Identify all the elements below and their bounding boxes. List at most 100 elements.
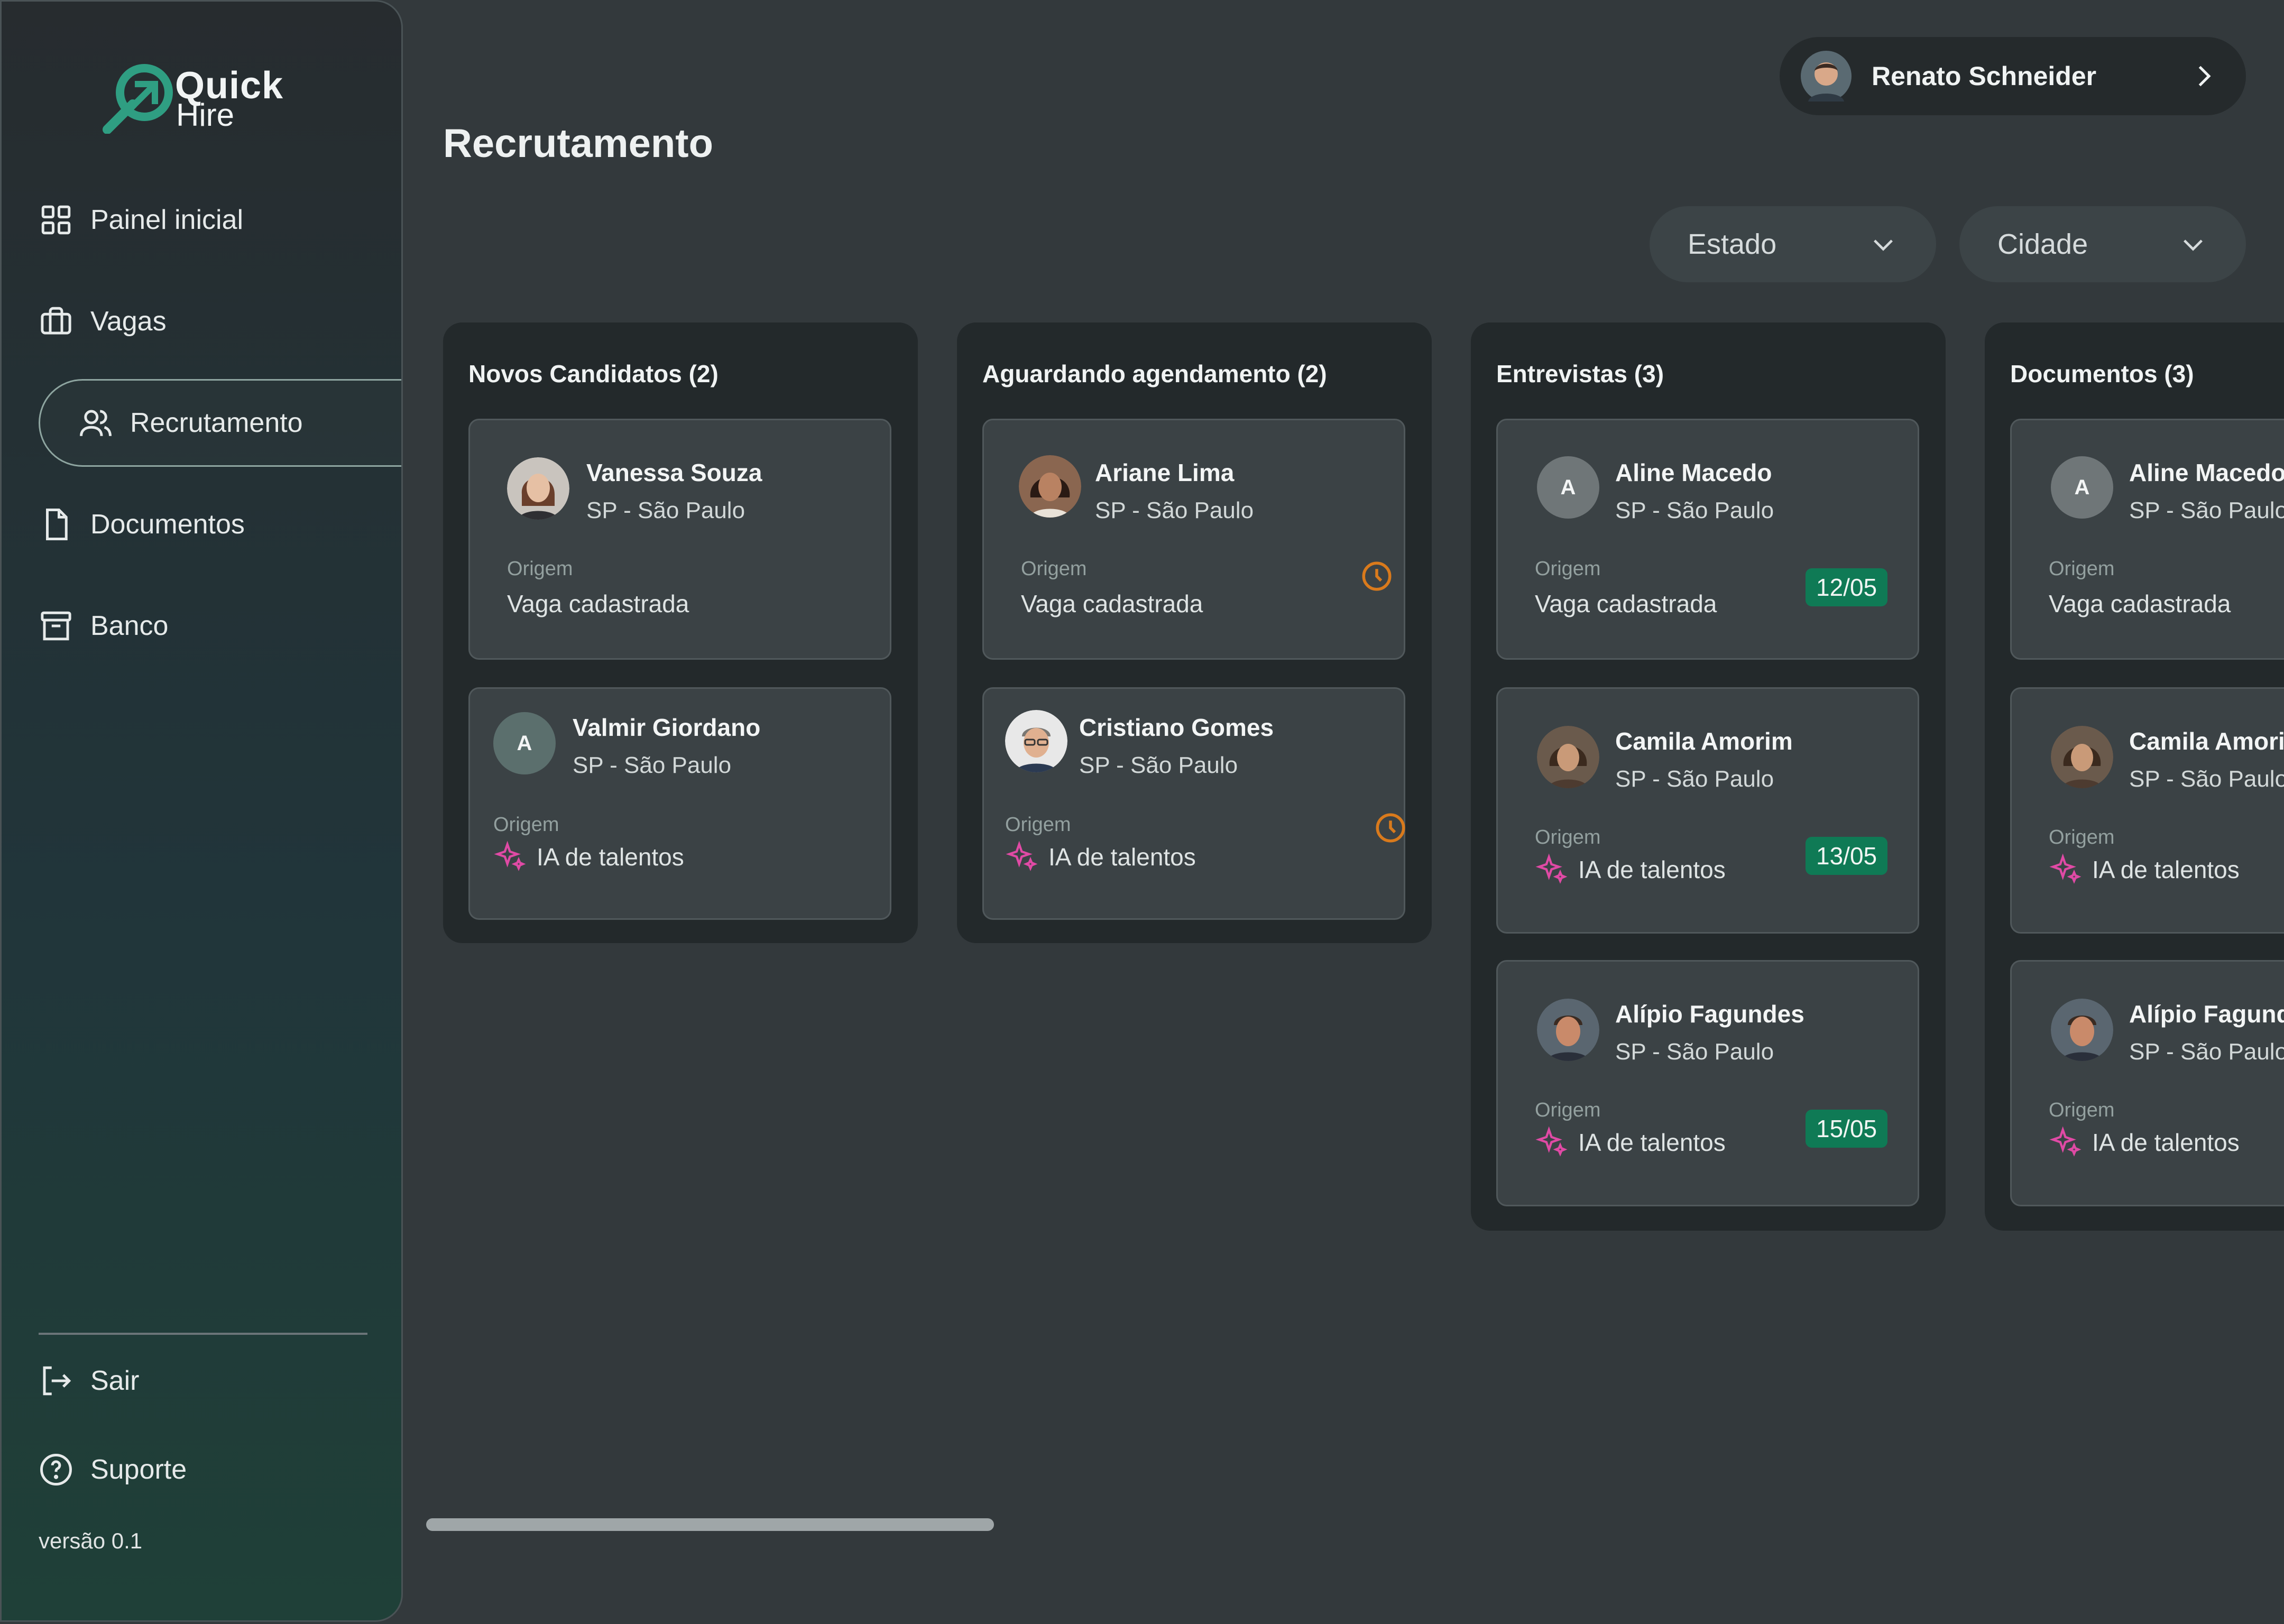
- sparkle-icon: [1535, 853, 1569, 887]
- candidate-location: SP - São Paulo: [2129, 497, 2284, 523]
- sidebar-divider: [39, 1333, 367, 1335]
- candidate-card[interactable]: Camila Amorim SP - São Paulo Origem IA d…: [1496, 687, 1919, 934]
- sidebar-item-label: Recrutamento: [130, 408, 303, 438]
- candidate-card[interactable]: Camila Amorim SP - São Paulo Origem IA d…: [2010, 687, 2284, 934]
- city-select[interactable]: Cidade: [1959, 206, 2246, 282]
- candidate-card[interactable]: Vanessa Souza SP - São Paulo Origem Vaga…: [468, 419, 891, 660]
- logo-icon: [103, 64, 173, 134]
- candidate-name: Camila Amorim: [2129, 727, 2284, 755]
- state-select[interactable]: Estado: [1650, 206, 1936, 282]
- sparkle-icon: [2049, 1125, 2083, 1159]
- sparkle-icon: [1535, 1125, 1569, 1159]
- candidate-card[interactable]: Alípio Fagundes SP - São Paulo Origem IA…: [1496, 960, 1919, 1206]
- clock-icon: [1376, 813, 1405, 843]
- user-avatar: [1801, 51, 1852, 102]
- kanban-column-documentos: Documentos (3) A Aline Macedo SP - São P…: [1985, 322, 2284, 1231]
- origin-value: IA de talentos: [1005, 840, 1196, 874]
- origin-value: IA de talentos: [2049, 853, 2240, 887]
- origin-value: IA de talentos: [493, 840, 684, 874]
- origin-label: Origem: [1535, 558, 1601, 580]
- candidate-card[interactable]: A Aline Macedo SP - São Paulo Origem Vag…: [2010, 419, 2284, 660]
- candidate-location: SP - São Paulo: [1095, 497, 1254, 523]
- candidate-avatar: [2051, 726, 2113, 788]
- origin-value-text: IA de talentos: [2092, 1129, 2240, 1156]
- origin-value-text: IA de talentos: [1578, 856, 1726, 883]
- candidate-avatar: [507, 457, 569, 520]
- origin-label: Origem: [2049, 1099, 2115, 1121]
- chevron-right-icon: [2198, 66, 2211, 87]
- version-label: versão 0.1: [39, 1528, 143, 1553]
- candidate-avatar: A: [2051, 456, 2113, 519]
- column-title: Entrevistas (3): [1496, 360, 1664, 387]
- origin-value-text: Vaga cadastrada: [507, 590, 689, 617]
- origin-label: Origem: [1021, 558, 1087, 580]
- grid-icon: [39, 202, 73, 237]
- origin-value-text: Vaga cadastrada: [1021, 590, 1203, 617]
- candidate-avatar: [1537, 726, 1599, 788]
- origin-label: Origem: [1535, 826, 1601, 848]
- origin-label: Origem: [493, 814, 559, 836]
- user-menu-button[interactable]: Renato Schneider: [1780, 37, 2246, 115]
- sparkle-icon: [493, 840, 527, 874]
- candidate-card[interactable]: Alípio Fagundes SP - São Paulo Origem IA…: [2010, 960, 2284, 1206]
- support-button[interactable]: Suporte: [39, 1426, 401, 1514]
- state-select-label: Estado: [1688, 228, 1777, 260]
- clock-icon: [1362, 561, 1392, 591]
- candidate-card[interactable]: Ariane Lima SP - São Paulo Origem Vaga c…: [982, 419, 1405, 660]
- horizontal-scrollbar[interactable]: [426, 1518, 994, 1531]
- briefcase-icon: [39, 304, 73, 339]
- origin-value: IA de talentos: [1535, 1125, 1726, 1159]
- candidate-name: Vanessa Souza: [586, 459, 762, 486]
- sidebar-item-documentos[interactable]: Documentos: [39, 481, 401, 568]
- origin-value-text: IA de talentos: [1578, 1129, 1726, 1156]
- logout-button[interactable]: Sair: [39, 1337, 401, 1425]
- candidate-card[interactable]: Cristiano Gomes SP - São Paulo Origem IA…: [982, 687, 1405, 920]
- chevron-down-icon: [2184, 239, 2203, 251]
- logo-text-hire: Hire: [176, 97, 235, 133]
- candidate-name: Aline Macedo: [2129, 459, 2284, 486]
- interview-date-badge: 15/05: [1806, 1110, 1888, 1148]
- sidebar-item-label: Vagas: [90, 306, 167, 337]
- origin-value-text: IA de talentos: [2092, 856, 2240, 883]
- origin-value-text: IA de talentos: [1048, 843, 1196, 871]
- origin-value-text: IA de talentos: [537, 843, 684, 871]
- candidate-name: Alípio Fagundes: [1615, 1000, 1804, 1028]
- candidate-avatar: [1005, 710, 1067, 772]
- users-icon: [78, 405, 113, 440]
- candidate-card[interactable]: A Valmir Giordano SP - São Paulo Origem …: [468, 687, 891, 920]
- sidebar-item-label: Documentos: [90, 509, 245, 540]
- candidate-avatar: A: [1537, 456, 1599, 519]
- candidate-avatar: [1019, 455, 1081, 518]
- user-name: Renato Schneider: [1872, 61, 2097, 91]
- candidate-avatar: [2051, 999, 2113, 1061]
- sidebar-item-banco[interactable]: Banco: [39, 582, 401, 670]
- candidate-card[interactable]: A Aline Macedo SP - São Paulo Origem Vag…: [1496, 419, 1919, 660]
- candidate-location: SP - São Paulo: [2129, 766, 2284, 792]
- archive-icon: [39, 608, 73, 643]
- logout-icon: [39, 1363, 73, 1398]
- candidate-name: Aline Macedo: [1615, 459, 1772, 486]
- candidate-location: SP - São Paulo: [2129, 1039, 2284, 1065]
- candidate-name: Alípio Fagundes: [2129, 1000, 2284, 1028]
- chevron-down-icon: [1874, 239, 1893, 251]
- interview-date-badge: 12/05: [1806, 568, 1888, 606]
- sidebar-item-painel-inicial[interactable]: Painel inicial: [39, 176, 401, 264]
- candidate-location: SP - São Paulo: [1079, 752, 1238, 778]
- origin-label: Origem: [2049, 826, 2115, 848]
- sidebar-item-vagas[interactable]: Vagas: [39, 278, 401, 365]
- kanban-column-entrevistas: Entrevistas (3) A Aline Macedo SP - São …: [1471, 322, 1946, 1231]
- candidate-avatar: [1537, 999, 1599, 1061]
- origin-value: Vaga cadastrada: [507, 589, 689, 618]
- origin-value: Vaga cadastrada: [1021, 589, 1203, 618]
- candidate-location: SP - São Paulo: [586, 497, 745, 523]
- city-select-label: Cidade: [1997, 228, 2088, 260]
- column-title: Documentos (3): [2010, 360, 2194, 387]
- candidate-name: Camila Amorim: [1615, 727, 1793, 755]
- kanban-column-aguardando-agendamento: Aguardando agendamento (2) Ariane Lima S…: [957, 322, 1432, 943]
- sidebar-item-recrutamento[interactable]: Recrutamento: [39, 379, 401, 467]
- origin-value-text: Vaga cadastrada: [2049, 590, 2231, 617]
- sidebar-item-label: Banco: [90, 611, 169, 641]
- candidate-location: SP - São Paulo: [1615, 766, 1774, 792]
- file-icon: [39, 507, 73, 542]
- sparkle-icon: [2049, 853, 2083, 887]
